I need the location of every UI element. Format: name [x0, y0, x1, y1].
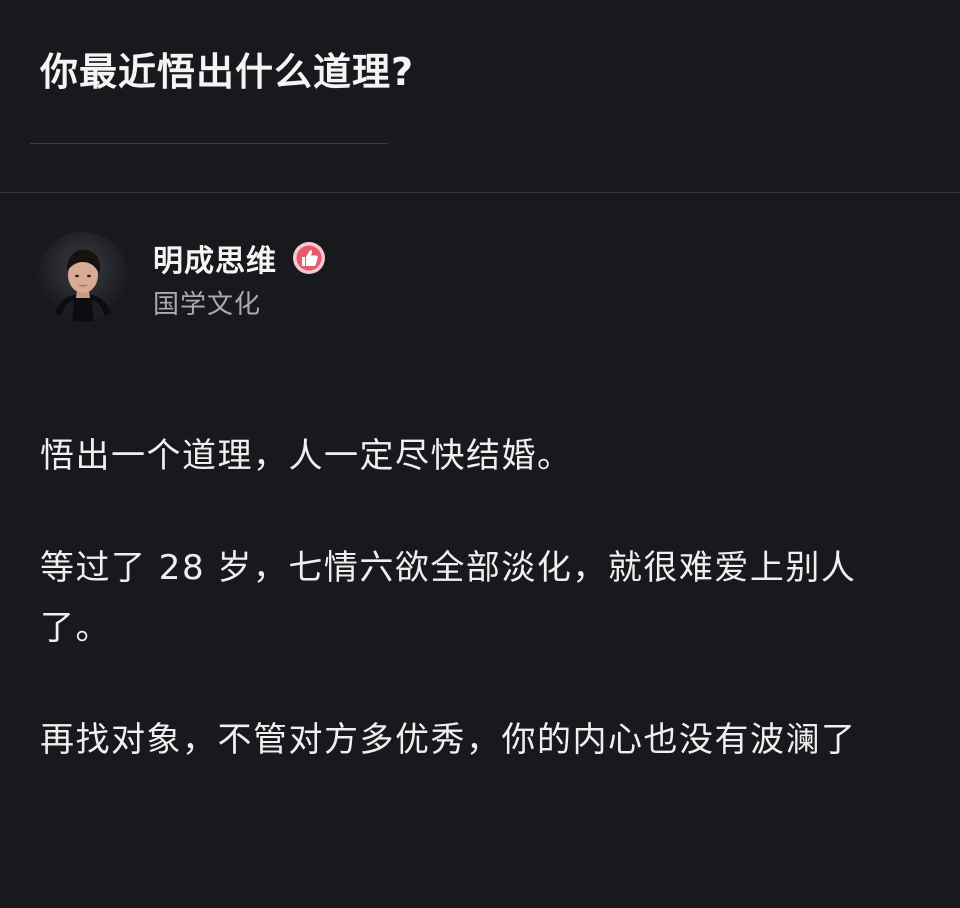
author-name-row: 明成思维 [153, 236, 327, 280]
avatar[interactable] [38, 232, 128, 322]
answer-page: 你最近悟出什么道理? 明成思维 国学文化 悟出一个道理，人一定尽快结婚。 等过了… [0, 0, 960, 908]
author-name[interactable]: 明成思维 [153, 236, 277, 280]
author-header: 明成思维 国学文化 [38, 232, 638, 324]
title-underline [30, 143, 388, 144]
avatar-photo-icon [38, 232, 128, 322]
author-tag: 国学文化 [153, 290, 262, 320]
thumbs-up-badge-icon [291, 240, 327, 276]
answer-body: 悟出一个道理，人一定尽快结婚。 等过了 28 岁，七情六欲全部淡化，就很难爱上别… [40, 426, 920, 822]
answer-paragraph: 悟出一个道理，人一定尽快结婚。 [40, 436, 573, 476]
question-title[interactable]: 你最近悟出什么道理? [40, 44, 414, 100]
section-divider [0, 192, 960, 193]
answer-paragraph: 再找对象，不管对方多优秀，你的内心也没有波澜了 [40, 720, 857, 760]
answer-paragraph: 等过了 28 岁，七情六欲全部淡化，就很难爱上别人了。 [40, 548, 857, 648]
